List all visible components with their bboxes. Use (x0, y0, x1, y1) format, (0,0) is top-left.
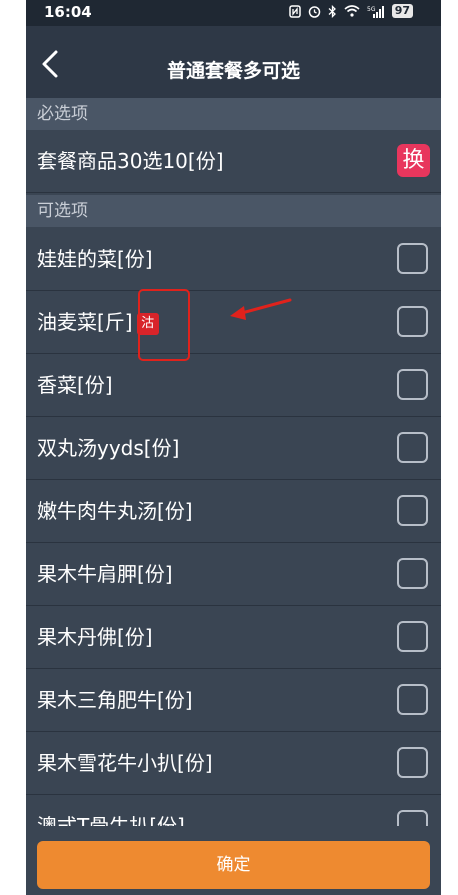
item-label: 嫩牛肉牛丸汤[份] (37, 499, 193, 523)
nfc-icon (288, 4, 301, 18)
item-label: 娃娃的菜[份] (37, 247, 153, 271)
required-item-row: 套餐商品30选10[份] 换 (26, 130, 441, 193)
item-checkbox[interactable] (397, 558, 428, 589)
bottom-bar: 确定 (26, 826, 441, 895)
wifi-icon (344, 5, 360, 17)
item-label: 果木丹佛[份] (37, 625, 153, 649)
list-item[interactable]: 油麦菜[斤] 沽 (26, 291, 441, 354)
item-checkbox[interactable] (397, 369, 428, 400)
swap-button[interactable]: 换 (397, 144, 430, 177)
item-checkbox[interactable] (397, 306, 428, 337)
item-checkbox[interactable] (397, 495, 428, 526)
battery-indicator: 97 (391, 4, 413, 18)
list-item[interactable]: 果木雪花牛小扒[份] (26, 732, 441, 795)
confirm-button[interactable]: 确定 (37, 841, 430, 889)
list-item[interactable]: 双丸汤yyds[份] (26, 417, 441, 480)
item-label: 油麦菜[斤] 沽 (37, 291, 159, 353)
sold-out-badge: 沽 (136, 312, 159, 335)
item-checkbox[interactable] (397, 432, 428, 463)
list-item[interactable]: 果木丹佛[份] (26, 606, 441, 669)
item-label-text: 油麦菜[斤] (37, 310, 133, 334)
item-label: 双丸汤yyds[份] (37, 436, 180, 460)
status-time: 16:04 (44, 3, 92, 21)
list-item[interactable]: 娃娃的菜[份] (26, 228, 441, 291)
item-label: 果木牛肩胛[份] (37, 562, 173, 586)
page-title: 普通套餐多可选 (166, 60, 300, 82)
item-label: 果木雪花牛小扒[份] (37, 751, 213, 775)
status-icons: 5G 97 (288, 4, 413, 18)
list-item[interactable]: 果木三角肥牛[份] (26, 669, 441, 732)
phone-screen: 16:04 5G 97 普通套餐多可选 必选项 套餐商品30选10[份] 换 可… (26, 0, 441, 895)
list-item[interactable]: 果木牛肩胛[份] (26, 543, 441, 606)
5g-signal-icon: 5G (367, 5, 384, 18)
item-checkbox[interactable] (397, 747, 428, 778)
bluetooth-icon (328, 4, 336, 18)
alarm-icon (308, 5, 320, 18)
svg-text:5G: 5G (367, 6, 376, 13)
optional-section-header: 可选项 (26, 195, 441, 227)
item-label: 果木三角肥牛[份] (37, 688, 193, 712)
item-checkbox[interactable] (397, 684, 428, 715)
required-item-label: 套餐商品30选10[份] (37, 149, 224, 173)
list-item[interactable]: 香菜[份] (26, 354, 441, 417)
item-checkbox[interactable] (397, 621, 428, 652)
list-item[interactable]: 嫩牛肉牛丸汤[份] (26, 480, 441, 543)
nav-bar: 普通套餐多可选 (26, 26, 441, 98)
item-checkbox[interactable] (397, 243, 428, 274)
item-label: 香菜[份] (37, 373, 113, 397)
required-section-header: 必选项 (26, 98, 441, 130)
status-bar: 16:04 5G 97 (26, 0, 441, 26)
